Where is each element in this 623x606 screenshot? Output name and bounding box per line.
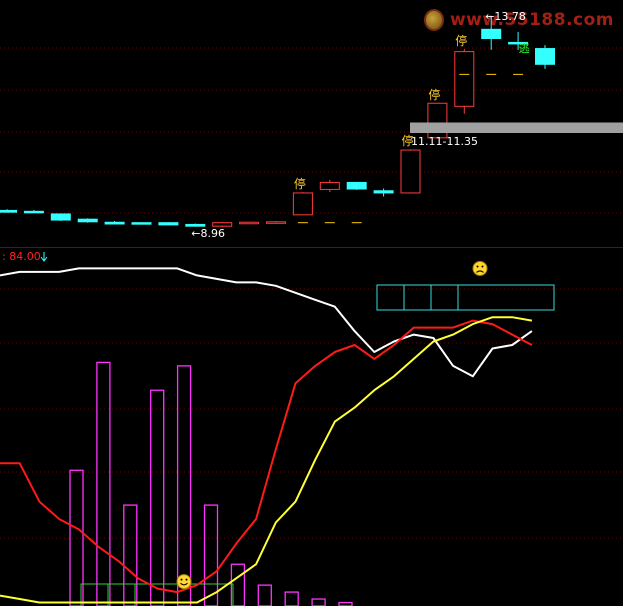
price-range-band: [410, 122, 623, 133]
down-arrow-icon: [40, 252, 48, 262]
price-extreme-label: ←13.78: [485, 10, 526, 23]
candle: [319, 181, 340, 190]
indicator-line: [0, 319, 533, 594]
smiley-icon: [176, 574, 192, 590]
candle: [23, 210, 44, 214]
eye: [185, 578, 188, 581]
indicator-bar: [311, 598, 326, 606]
candle: [400, 149, 421, 194]
indicator-panel: [0, 260, 555, 606]
candle: [454, 51, 475, 107]
candle: [239, 221, 260, 225]
limit-up-mark: 停: [455, 33, 467, 48]
grid-lines: [0, 47, 623, 539]
indicator-bar: [338, 601, 353, 606]
indicator-bar: [203, 504, 219, 606]
candle: [212, 222, 233, 227]
eye: [481, 265, 484, 268]
indicator-bar: [176, 365, 192, 606]
candle: [158, 222, 179, 226]
price-range-label: 11.11-11.35: [411, 135, 478, 148]
sad-face-icon: [472, 260, 488, 276]
eye: [180, 578, 183, 581]
stock-chart: 停停停停逃←8.96←13.7811.11-11.35 : 84.00: [0, 10, 623, 606]
candle: [481, 28, 502, 39]
face: [472, 260, 488, 276]
indicator-bar: [257, 584, 272, 606]
candle: [131, 222, 152, 225]
price-extreme-label: ←8.96: [191, 227, 225, 240]
escape-mark: 逃: [519, 42, 530, 55]
indicator-value-label: : 84.00: [2, 250, 41, 263]
indicator-bar: [96, 361, 111, 606]
candle: [104, 221, 125, 225]
candle: [373, 190, 394, 194]
indicator-bar: [284, 591, 299, 606]
face: [176, 574, 192, 590]
eye: [476, 265, 479, 268]
indicator-line: [0, 316, 533, 604]
candle: [292, 192, 313, 216]
price-panel: 停停停停逃←8.96←13.7811.11-11.35: [0, 10, 623, 262]
candle: [185, 223, 206, 227]
candle: [535, 48, 555, 65]
indicator-bar: [150, 389, 165, 606]
limit-up-mark: 停: [294, 176, 306, 191]
candle: [50, 213, 71, 221]
candle: [266, 221, 286, 224]
limit-up-mark: 停: [428, 87, 440, 102]
candle: [346, 181, 367, 190]
candle: [0, 209, 17, 213]
candle: [77, 218, 98, 223]
